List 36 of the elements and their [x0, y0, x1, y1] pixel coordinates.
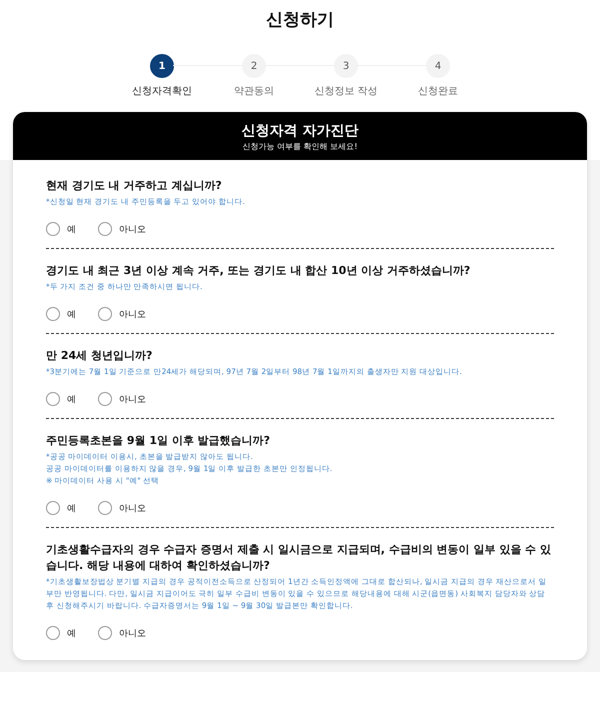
- question-text: 주민등록초본을 9월 1일 이후 발급했습니까?: [46, 433, 272, 449]
- step-label: 약관동의: [234, 85, 274, 98]
- radio-button[interactable]: [46, 222, 60, 236]
- option-label[interactable]: 예: [67, 308, 76, 320]
- option-label[interactable]: 예: [67, 222, 76, 236]
- step-label: 신청완료: [418, 85, 458, 98]
- radio-button[interactable]: [98, 392, 112, 406]
- radio-button[interactable]: [98, 626, 112, 640]
- radio-button[interactable]: [98, 307, 112, 321]
- card-title: 신청자격 자가진단: [240, 122, 360, 140]
- option-label[interactable]: 아니오: [119, 626, 146, 640]
- question-text: 현재 경기도 내 거주하고 계십니까?: [46, 178, 223, 194]
- radio-button[interactable]: [46, 307, 60, 321]
- option-label[interactable]: 아니오: [119, 392, 146, 406]
- page-title: 신청하기: [265, 9, 335, 32]
- radio-button[interactable]: [46, 392, 60, 406]
- radio-button[interactable]: [46, 626, 60, 640]
- question-text: 만 24세 청년입니까?: [46, 348, 154, 364]
- radio-button[interactable]: [98, 501, 112, 515]
- step-number: 1: [150, 54, 174, 78]
- option-label[interactable]: 예: [67, 392, 76, 406]
- step-number: 3: [334, 54, 358, 78]
- question-text: 기초생활수급자의 경우 수급자 증명서 제출 시 일시금으로 지급되며, 수급비의 변동이 일부 있을 수 있습니다. 해당 내용에 대하여 확인하셨습니까?: [46, 542, 552, 574]
- option-label[interactable]: 아니오: [119, 308, 146, 320]
- question-text: 경기도 내 최근 3년 이상 계속 거주, 또는 경기도 내 합산 10년 이상 거주하셨습니까?: [46, 263, 472, 279]
- card-subtitle: 신청가능 여부를 확인해 보세요!: [242, 141, 358, 152]
- option-label[interactable]: 아니오: [119, 502, 146, 514]
- radio-button[interactable]: [46, 501, 60, 515]
- step-number: 2: [242, 54, 266, 78]
- step-label: 신청정보 작성: [314, 85, 378, 98]
- option-label[interactable]: 예: [67, 626, 76, 640]
- step-number: 4: [426, 54, 450, 78]
- option-label[interactable]: 아니오: [119, 222, 146, 236]
- option-label[interactable]: 예: [67, 502, 76, 514]
- step-label: 신청자격확인: [132, 85, 192, 98]
- radio-button[interactable]: [98, 222, 112, 236]
